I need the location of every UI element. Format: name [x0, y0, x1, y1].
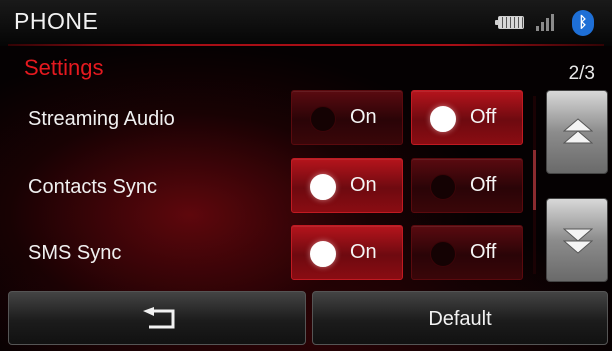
contacts-sync-off-button[interactable]: Off: [411, 158, 523, 213]
double-chevron-down-icon: [563, 228, 593, 254]
row-label-streaming-audio: Streaming Audio: [28, 108, 175, 130]
row-label-sms-sync: SMS Sync: [28, 242, 122, 264]
default-label: Default: [428, 308, 492, 330]
double-chevron-up-icon: [563, 118, 593, 144]
page-indicator: 2/3: [568, 63, 595, 84]
header-divider: [8, 44, 604, 46]
option-label: Off: [470, 174, 497, 196]
signal-icon: [536, 13, 556, 31]
streaming-audio-off-button[interactable]: Off: [411, 90, 523, 145]
bluetooth-icon: ᛒ: [572, 10, 594, 36]
scroll-down-button[interactable]: [546, 198, 608, 282]
option-label: Off: [470, 241, 497, 263]
scroll-up-button[interactable]: [546, 90, 608, 174]
radio-indicator-icon: [310, 106, 336, 132]
section-title: Settings: [24, 55, 104, 80]
streaming-audio-on-button[interactable]: On: [291, 90, 403, 145]
status-icons: ᛒ: [480, 9, 600, 36]
radio-indicator-icon: [310, 241, 336, 267]
radio-indicator-icon: [430, 106, 456, 132]
contacts-sync-on-button[interactable]: On: [291, 158, 403, 213]
row-label-contacts-sync: Contacts Sync: [28, 176, 157, 198]
back-button[interactable]: [8, 291, 306, 345]
option-label: On: [350, 241, 377, 263]
scroll-thumb[interactable]: [533, 150, 536, 210]
header-bar: PHONE ᛒ: [0, 0, 612, 46]
app-title: PHONE: [14, 8, 99, 34]
radio-indicator-icon: [310, 174, 336, 200]
phone-settings-screen: PHONE ᛒ Settings 2/3 Streaming Audio On …: [0, 0, 612, 351]
sms-sync-on-button[interactable]: On: [291, 225, 403, 280]
radio-indicator-icon: [430, 241, 456, 267]
option-label: On: [350, 174, 377, 196]
battery-icon: [495, 16, 524, 29]
option-label: Off: [470, 106, 497, 128]
back-arrow-icon: [143, 307, 175, 329]
option-label: On: [350, 106, 377, 128]
radio-indicator-icon: [430, 174, 456, 200]
sms-sync-off-button[interactable]: Off: [411, 225, 523, 280]
default-button[interactable]: Default: [312, 291, 608, 345]
